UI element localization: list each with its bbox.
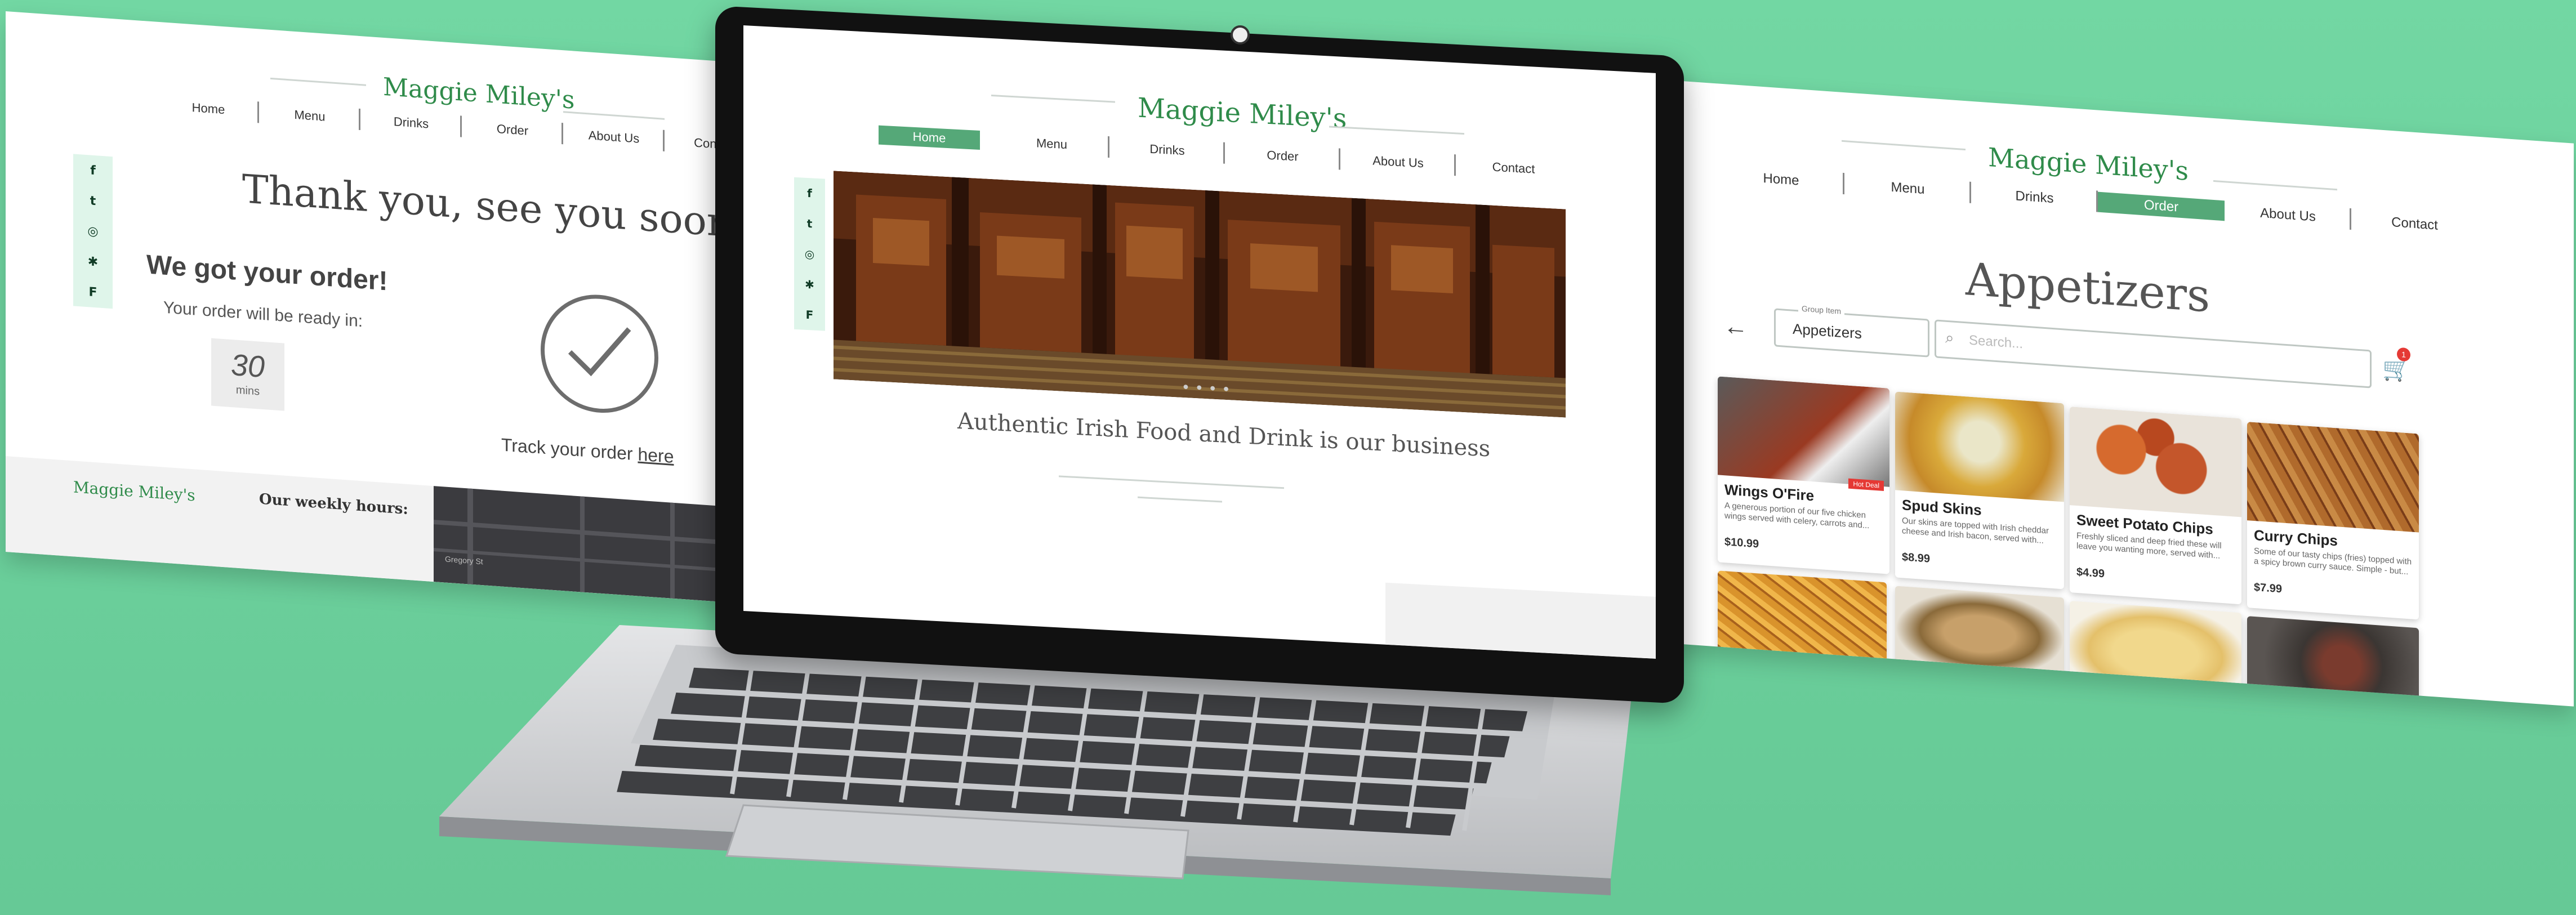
brand-logo[interactable]: Maggie Miley's <box>1138 92 1347 135</box>
foursquare-icon[interactable]: F <box>806 308 814 322</box>
instagram-icon[interactable]: ◎ <box>87 224 98 239</box>
menu-card[interactable]: Spud Skins Our skins are topped with Iri… <box>1895 391 2064 590</box>
group-item-select[interactable]: Group Item Appetizers <box>1774 303 1929 358</box>
social-sidebar: f t ◎ ✱ F <box>73 154 113 309</box>
facebook-icon[interactable]: f <box>90 163 96 178</box>
menu-card[interactable]: Hot Deal Wings O'Fire A generous portion… <box>1718 376 1889 574</box>
checkmark-icon <box>541 291 658 417</box>
nav-contact[interactable]: Contact <box>1456 158 1571 178</box>
divider <box>1138 496 1222 503</box>
home-page: Maggie Miley's Home Menu Drinks Order Ab… <box>743 25 1656 659</box>
menu-card-image <box>1895 391 2064 502</box>
nav-menu[interactable]: Menu <box>994 133 1109 158</box>
group-item-label: Group Item <box>1798 303 1845 316</box>
menu-photo[interactable] <box>1895 586 2064 682</box>
menu-card-image <box>2247 422 2419 533</box>
cart-count-badge: 1 <box>2397 347 2410 362</box>
menu-card[interactable]: Sweet Potato Chips Freshly sliced and de… <box>2070 407 2241 605</box>
yelp-icon[interactable]: ✱ <box>88 255 98 269</box>
social-sidebar: f t ◎ ✱ F <box>794 177 825 331</box>
brand-rule-right <box>563 111 665 120</box>
menu-card[interactable]: Curry Chips Some of our tasty chips (fri… <box>2247 422 2419 620</box>
nav-drinks[interactable]: Drinks <box>1971 185 2098 212</box>
map-street-label: Gregory St <box>445 554 483 566</box>
mockup-scene: Maggie Miley's Home Menu Drinks Order Ab… <box>0 0 2576 915</box>
menu-card-image <box>2070 407 2241 517</box>
nav-contact[interactable]: Contact <box>2351 212 2478 236</box>
yelp-icon[interactable]: ✱ <box>805 278 814 292</box>
brand-rule-left <box>270 77 366 86</box>
twitter-icon[interactable]: t <box>807 217 813 231</box>
order-confirmation-page: Maggie Miley's Home Menu Drinks Order Ab… <box>6 11 783 606</box>
menu-photo[interactable] <box>2247 616 2419 707</box>
nav-menu[interactable]: Menu <box>259 105 360 131</box>
back-arrow-icon[interactable]: ← <box>1723 312 1748 342</box>
search-icon: ⌕ <box>1945 328 1954 347</box>
facebook-icon[interactable]: f <box>807 186 812 200</box>
order-menu-page: Maggie Miley's Home Menu Drinks Order Ab… <box>1650 79 2574 707</box>
search-placeholder: Search... <box>1969 332 2024 352</box>
tagline: Authentic Irish Food and Drink is our bu… <box>957 408 1491 462</box>
footer-brand: Maggie Miley's <box>73 477 195 505</box>
brand-rule-left <box>991 95 1115 103</box>
brand-rule-right <box>1329 126 1464 135</box>
brand-logo[interactable]: Maggie Miley's <box>383 73 574 115</box>
ready-time-value: 30 <box>230 347 265 385</box>
thank-you-heading: Thank you, see you soon! <box>242 166 748 248</box>
camera-icon <box>1231 25 1250 44</box>
menu-photo[interactable] <box>2070 601 2241 698</box>
menu-card-image <box>1718 376 1889 487</box>
divider <box>1059 475 1284 489</box>
nav-order[interactable]: Order <box>2098 191 2225 221</box>
group-item-value: Appetizers <box>1793 320 1862 342</box>
hero-image-carousel[interactable]: ● ● ● ● <box>834 171 1566 418</box>
nav-home[interactable]: Home <box>1718 167 1844 195</box>
nav-drinks[interactable]: Drinks <box>1109 140 1225 164</box>
track-order-text: Track your order here <box>501 434 674 467</box>
category-heading: Appetizers <box>1966 253 2210 323</box>
nav-about-us[interactable]: About Us <box>563 126 665 151</box>
track-order-link[interactable]: here <box>638 444 674 466</box>
nav-about-us[interactable]: About Us <box>1340 152 1456 176</box>
cart-icon[interactable]: 🛒 1 <box>2382 347 2410 383</box>
carousel-dots[interactable]: ● ● ● ● <box>1183 381 1232 395</box>
nav-about-us[interactable]: About Us <box>2225 203 2351 230</box>
main-nav: Home Menu Drinks Order About Us Contact <box>879 125 1611 183</box>
foursquare-icon[interactable]: F <box>88 285 97 300</box>
weekly-hours-heading: Our weekly hours: <box>259 490 408 518</box>
search-input[interactable]: ⌕ Search... <box>1935 319 2372 389</box>
brand-rule-left <box>1842 140 1966 151</box>
brand-rule-right <box>2213 180 2337 191</box>
order-confirmation-title: We got your order! <box>146 249 388 297</box>
nav-order[interactable]: Order <box>1225 146 1340 170</box>
twitter-icon[interactable]: t <box>90 194 96 208</box>
ready-time-box: 30 mins <box>211 338 284 411</box>
nav-drinks[interactable]: Drinks <box>360 112 462 137</box>
footer: Maggie Miley's Our weekly hours: Gregory… <box>6 456 783 606</box>
nav-menu[interactable]: Menu <box>1844 176 1971 203</box>
instagram-icon[interactable]: ◎ <box>805 247 814 261</box>
ready-in-label: Your order will be ready in: <box>163 298 363 331</box>
nav-order[interactable]: Order <box>462 119 563 145</box>
nav-home[interactable]: Home <box>879 125 980 150</box>
pub-interior-image <box>834 171 1566 418</box>
brand-logo[interactable]: Maggie Miley's <box>1988 142 2189 186</box>
menu-photo[interactable] <box>1718 570 1887 667</box>
nav-home[interactable]: Home <box>158 98 259 123</box>
